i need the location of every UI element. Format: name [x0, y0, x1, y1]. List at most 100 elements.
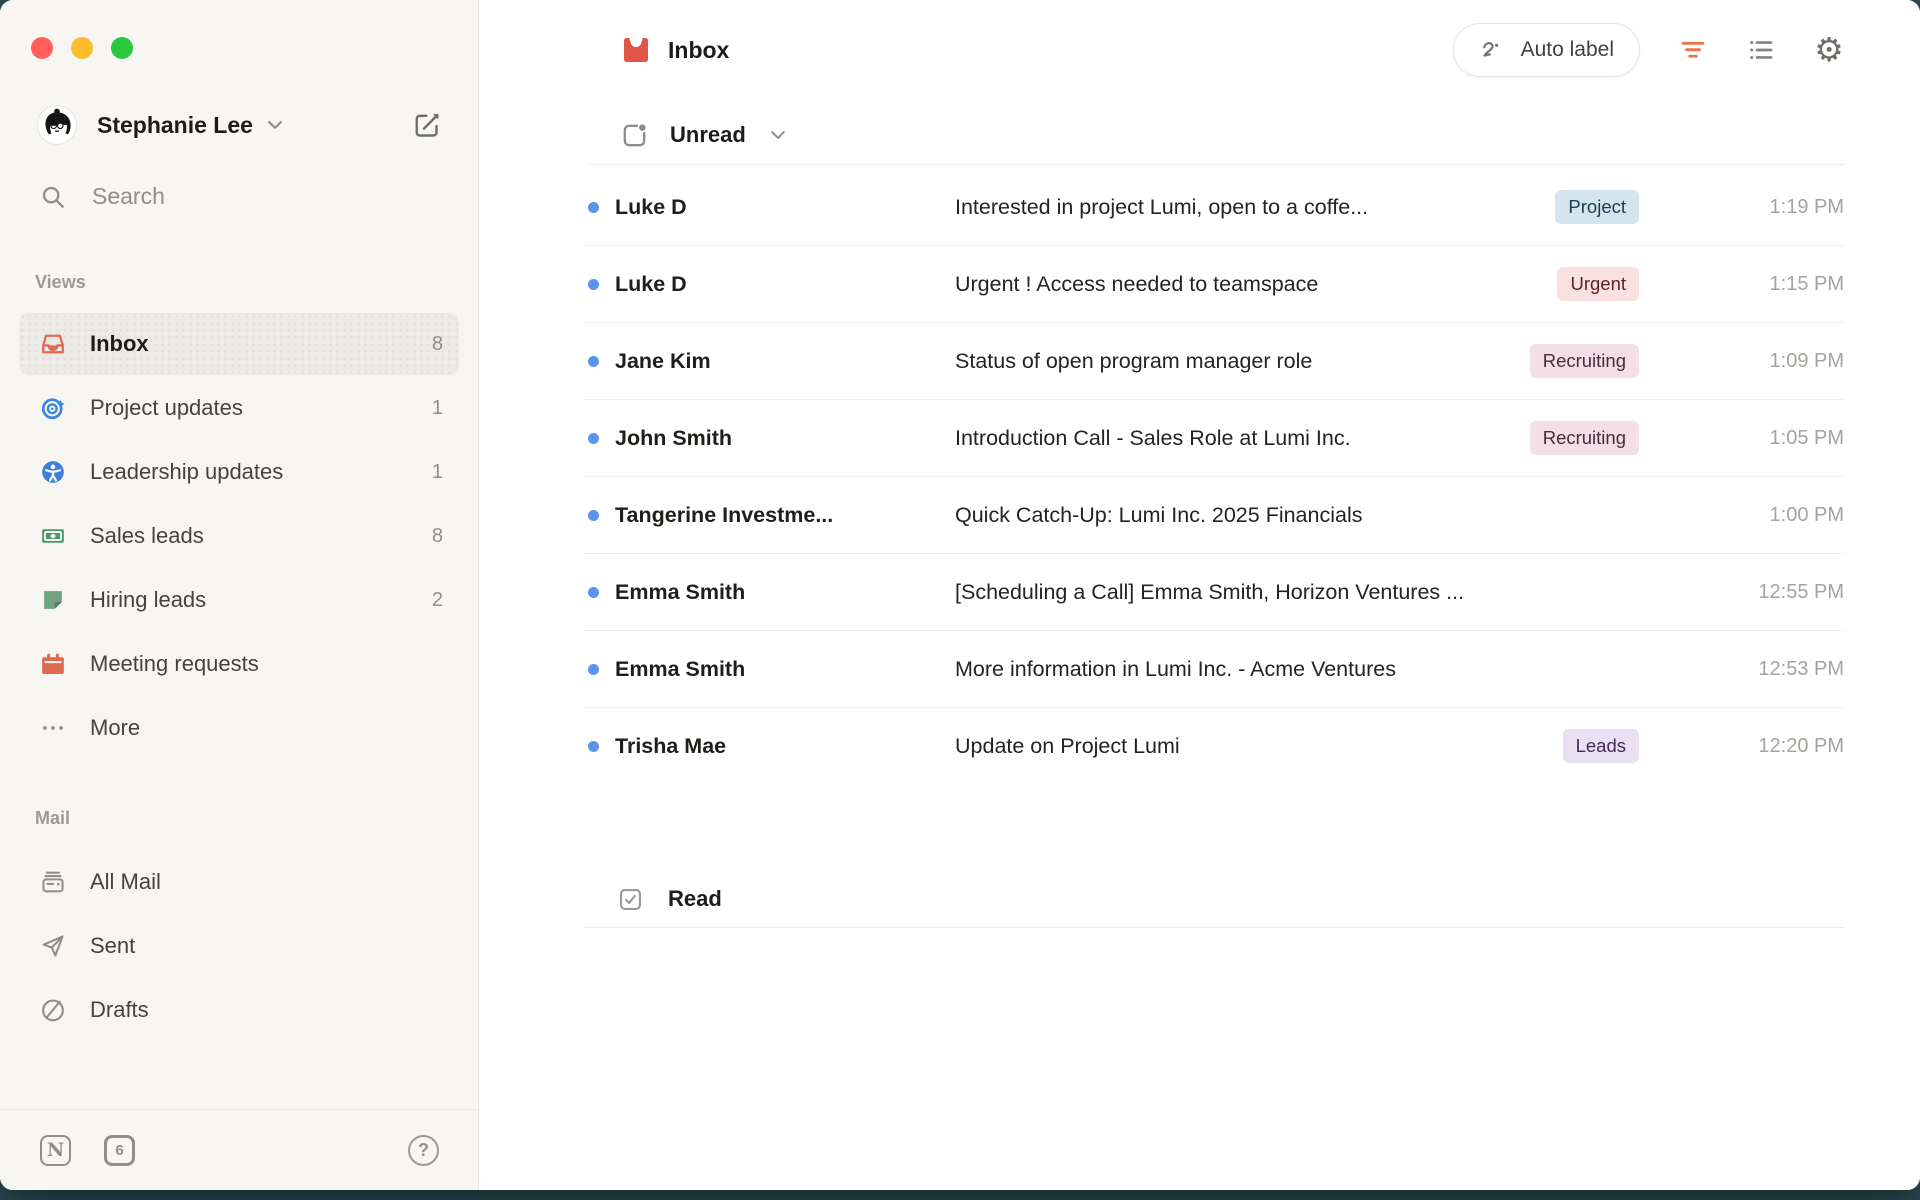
unread-dot — [588, 433, 599, 444]
filter-lines-button[interactable] — [1678, 35, 1708, 65]
inbox-icon — [40, 331, 66, 357]
email-sender: Luke D — [615, 195, 955, 220]
person-circle-icon — [40, 459, 66, 485]
calendar-icon — [40, 651, 66, 677]
read-section-label: Read — [668, 886, 722, 912]
unread-filter-row: Unread — [589, 106, 1844, 165]
unread-status-icon — [621, 122, 648, 149]
email-time: 12:55 PM — [1639, 581, 1844, 604]
gear-icon: ⚙ — [1814, 35, 1844, 65]
compose-icon[interactable] — [412, 110, 442, 140]
window-controls — [0, 0, 478, 59]
filter-lines-icon — [1679, 36, 1707, 64]
mail-stack-icon — [40, 869, 66, 895]
unread-dot — [588, 741, 599, 752]
label-badge: Leads — [1563, 729, 1639, 763]
sidebar: Stephanie Lee Search Views Inbo — [0, 0, 479, 1190]
unread-dot — [588, 510, 599, 521]
search-button[interactable]: Search — [40, 183, 478, 210]
sidebar-footer: N 6 ? — [0, 1109, 478, 1190]
sidebar-item-leadership-updates[interactable]: Leadership updates 1 — [19, 441, 459, 503]
sidebar-item-all-mail[interactable]: All Mail — [19, 851, 459, 913]
email-time: 12:20 PM — [1639, 735, 1844, 758]
unread-count: 8 — [432, 525, 443, 548]
target-icon — [40, 395, 66, 421]
email-row[interactable]: Luke D Interested in project Lumi, open … — [584, 169, 1844, 246]
email-row[interactable]: Tangerine Investme... Quick Catch-Up: Lu… — [584, 477, 1844, 554]
auto-label-text: Auto label — [1521, 38, 1614, 62]
email-row[interactable]: Luke D Urgent ! Access needed to teamspa… — [584, 246, 1844, 323]
notion-calendar-app-icon[interactable]: 6 — [104, 1135, 135, 1166]
unread-count: 2 — [432, 589, 443, 612]
unread-dot — [588, 279, 599, 290]
email-row[interactable]: Trisha Mae Update on Project Lumi Leads … — [584, 708, 1844, 784]
notion-app-icon[interactable]: N — [40, 1135, 71, 1166]
email-subject: Urgent ! Access needed to teamspace — [955, 272, 1557, 297]
read-section-header[interactable]: Read — [584, 871, 1844, 928]
email-subject: Quick Catch-Up: Lumi Inc. 2025 Financial… — [955, 503, 1639, 528]
label-badge: Recruiting — [1530, 421, 1639, 455]
auto-label-wand-icon — [1479, 37, 1506, 64]
mail-section-label: Mail — [35, 808, 478, 829]
zoom-window-button[interactable] — [111, 37, 133, 59]
auto-label-button[interactable]: Auto label — [1453, 23, 1640, 77]
unread-count: 1 — [432, 461, 443, 484]
unread-filter-label[interactable]: Unread — [670, 122, 746, 148]
settings-button[interactable]: ⚙ — [1814, 35, 1844, 65]
email-subject: Interested in project Lumi, open to a co… — [955, 195, 1555, 220]
sidebar-item-sent[interactable]: Sent — [19, 915, 459, 977]
sidebar-item-label: All Mail — [90, 869, 161, 895]
sidebar-item-inbox[interactable]: Inbox 8 — [19, 313, 459, 375]
account-switcher[interactable]: Stephanie Lee — [37, 105, 442, 145]
email-sender: Trisha Mae — [615, 734, 955, 759]
views-section-label: Views — [35, 272, 478, 293]
main-header: Inbox Auto label — [479, 0, 1920, 100]
views-nav: Inbox 8 Project updates 1 — [0, 313, 478, 759]
checkbox-checked-icon — [617, 886, 644, 913]
sidebar-item-hiring-leads[interactable]: Hiring leads 2 — [19, 569, 459, 631]
app-window: Stephanie Lee Search Views Inbo — [0, 0, 1920, 1190]
minimize-window-button[interactable] — [71, 37, 93, 59]
chevron-down-icon — [265, 115, 285, 135]
sidebar-item-label: Inbox — [90, 331, 149, 357]
email-row[interactable]: John Smith Introduction Call - Sales Rol… — [584, 400, 1844, 477]
unread-count: 8 — [432, 333, 443, 356]
money-icon — [40, 523, 66, 549]
email-row[interactable]: Emma Smith [Scheduling a Call] Emma Smit… — [584, 554, 1844, 631]
email-subject: Introduction Call - Sales Role at Lumi I… — [955, 426, 1530, 451]
page-title: Inbox — [668, 37, 729, 64]
sidebar-item-sales-leads[interactable]: Sales leads 8 — [19, 505, 459, 567]
email-sender: Emma Smith — [615, 580, 955, 605]
paper-plane-icon — [40, 933, 66, 959]
pencil-circle-icon — [40, 997, 66, 1023]
email-list: Luke D Interested in project Lumi, open … — [584, 169, 1844, 784]
email-sender: Emma Smith — [615, 657, 955, 682]
sidebar-item-drafts[interactable]: Drafts — [19, 979, 459, 1041]
email-time: 12:53 PM — [1639, 658, 1844, 681]
main-panel: Inbox Auto label — [479, 0, 1920, 1190]
help-icon[interactable]: ? — [408, 1135, 439, 1166]
email-row[interactable]: Jane Kim Status of open program manager … — [584, 323, 1844, 400]
email-sender: Luke D — [615, 272, 955, 297]
sidebar-item-meeting-requests[interactable]: Meeting requests — [19, 633, 459, 695]
sidebar-item-label: Hiring leads — [90, 587, 206, 613]
email-time: 1:00 PM — [1639, 504, 1844, 527]
chevron-down-icon[interactable] — [768, 125, 788, 145]
sidebar-item-project-updates[interactable]: Project updates 1 — [19, 377, 459, 439]
email-time: 1:15 PM — [1639, 273, 1844, 296]
email-subject: Status of open program manager role — [955, 349, 1530, 374]
unread-dot — [588, 356, 599, 367]
email-subject: [Scheduling a Call] Emma Smith, Horizon … — [955, 580, 1639, 605]
email-subject: Update on Project Lumi — [955, 734, 1563, 759]
unread-dot — [588, 664, 599, 675]
header-actions: Auto label ⚙ — [1453, 23, 1844, 77]
email-subject: More information in Lumi Inc. - Acme Ven… — [955, 657, 1639, 682]
close-window-button[interactable] — [31, 37, 53, 59]
email-time: 1:05 PM — [1639, 427, 1844, 450]
sidebar-item-more[interactable]: More — [19, 697, 459, 759]
list-view-button[interactable] — [1746, 35, 1776, 65]
label-badge: Recruiting — [1530, 344, 1639, 378]
note-icon — [40, 587, 66, 613]
email-row[interactable]: Emma Smith More information in Lumi Inc.… — [584, 631, 1844, 708]
email-sender: Tangerine Investme... — [615, 503, 955, 528]
